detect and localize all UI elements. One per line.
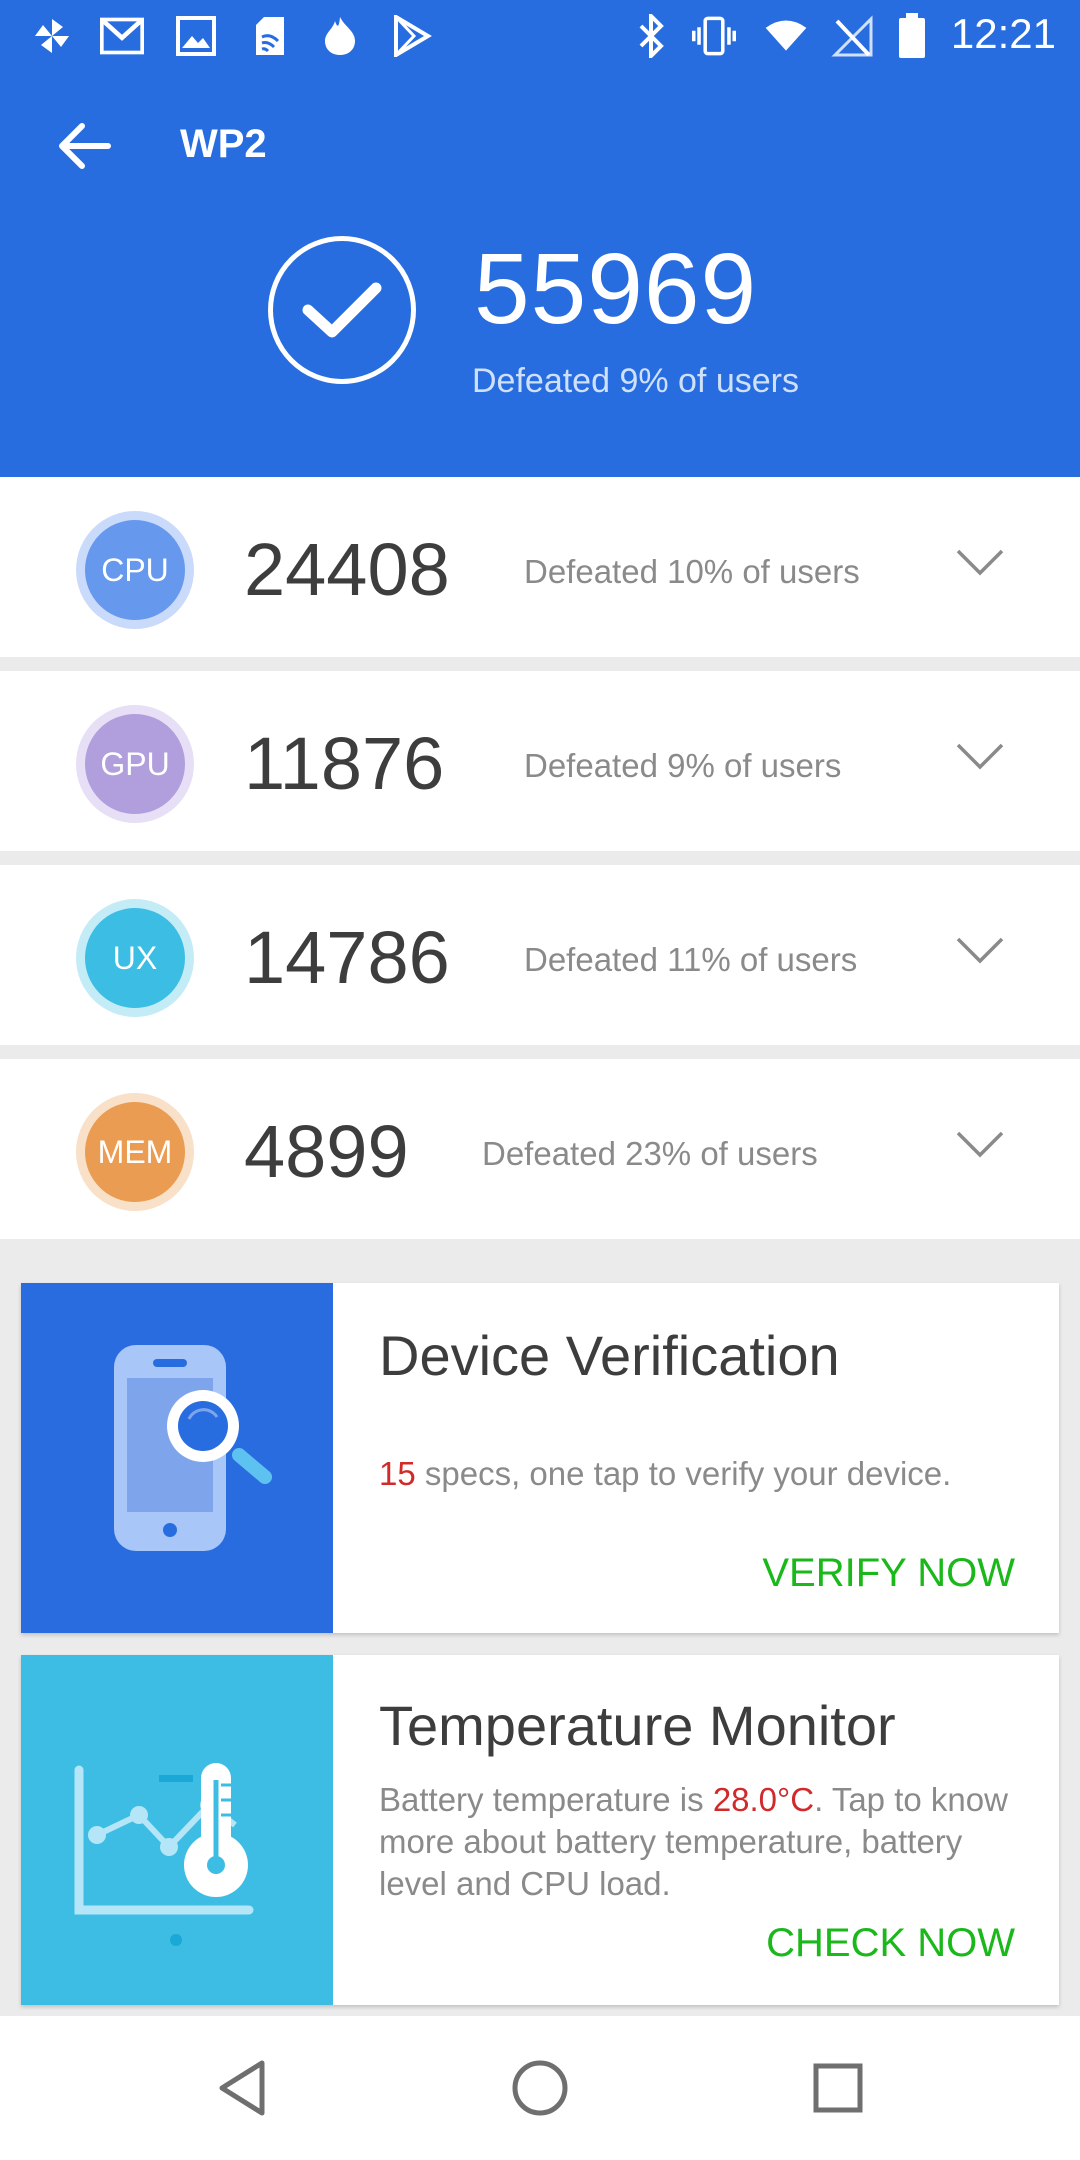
clock: 12:21: [950, 10, 1056, 57]
temperature-monitor-desc: Battery temperature is 28.0°C. Tap to kn…: [379, 1779, 1019, 1905]
ux-defeated-text: Defeated 11% of users: [524, 941, 858, 978]
chevron-down-icon[interactable]: [952, 923, 1008, 979]
device-verification-card[interactable]: Device Verification 15 specs, one tap to…: [21, 1283, 1059, 1633]
gpu-defeated-text: Defeated 9% of users: [524, 747, 842, 784]
mem-badge-label: MEM: [85, 1102, 185, 1202]
pinwheel-icon: [30, 14, 74, 58]
ux-badge: UX: [76, 899, 194, 1017]
phone-search-icon: [114, 1345, 272, 1551]
sim-card-icon: [248, 14, 292, 58]
cpu-badge: CPU: [76, 511, 194, 629]
back-triangle-icon[interactable]: [206, 2052, 278, 2124]
play-store-icon: [390, 14, 434, 58]
no-signal-icon: [830, 14, 874, 58]
gmail-icon: [100, 14, 144, 58]
device-verification-title: Device Verification: [379, 1324, 840, 1387]
back-button[interactable]: [48, 110, 120, 182]
gpu-badge: GPU: [76, 705, 194, 823]
mem-defeated-text: Defeated 23% of users: [482, 1135, 818, 1172]
ux-badge-label: UX: [85, 908, 185, 1008]
verify-now-button[interactable]: VERIFY NOW: [762, 1551, 1015, 1596]
photos-icon: [174, 14, 218, 58]
battery-icon: [890, 13, 934, 58]
temperature-monitor-panel: [21, 1655, 333, 2005]
thermometer-chart-icon: [74, 1763, 254, 1946]
score-row-ux[interactable]: UX 14786 Defeated 11% of users: [0, 865, 1080, 1045]
bluetooth-icon: [630, 14, 674, 58]
home-circle-icon[interactable]: [504, 2052, 576, 2124]
gpu-badge-label: GPU: [85, 714, 185, 814]
navigation-bar: [0, 2016, 1080, 2160]
vibrate-icon: [692, 14, 736, 58]
temperature-desc-prefix: Battery temperature is: [379, 1781, 713, 1818]
flame-icon: [318, 14, 362, 58]
total-score: 55969: [474, 233, 758, 345]
total-defeated-text: Defeated 9% of users: [472, 362, 799, 400]
status-bar: 12:21: [0, 0, 1080, 72]
gpu-score: 11876: [244, 722, 445, 805]
mem-score: 4899: [244, 1110, 409, 1193]
battery-temperature-value: 28.0°C: [712, 1781, 815, 1818]
cpu-defeated-text: Defeated 10% of users: [524, 553, 860, 590]
temperature-monitor-card[interactable]: Temperature Monitor Battery temperature …: [21, 1655, 1059, 2005]
chevron-down-icon[interactable]: [952, 729, 1008, 785]
cpu-score: 24408: [244, 528, 450, 611]
score-row-gpu[interactable]: GPU 11876 Defeated 9% of users: [0, 671, 1080, 851]
device-verification-panel: [21, 1283, 333, 1633]
device-verification-desc: 15 specs, one tap to verify your device.: [379, 1453, 1019, 1495]
wifi-icon: [764, 14, 808, 58]
spec-count: 15: [379, 1455, 416, 1492]
score-row-cpu[interactable]: CPU 24408 Defeated 10% of users: [0, 477, 1080, 657]
recents-square-icon[interactable]: [802, 2052, 874, 2124]
device-verification-desc-text: specs, one tap to verify your device.: [415, 1455, 952, 1492]
chevron-down-icon[interactable]: [952, 1117, 1008, 1173]
score-row-mem[interactable]: MEM 4899 Defeated 23% of users: [0, 1059, 1080, 1239]
check-circle-icon: [268, 236, 416, 384]
temperature-monitor-title: Temperature Monitor: [379, 1694, 896, 1757]
ux-score: 14786: [244, 916, 450, 999]
arrow-left-icon: [59, 123, 111, 169]
chevron-down-icon[interactable]: [952, 535, 1008, 591]
header: 12:21 WP2 55969 Defeated 9% of users: [0, 0, 1080, 477]
check-now-button[interactable]: CHECK NOW: [766, 1921, 1015, 1966]
mem-badge: MEM: [76, 1093, 194, 1211]
page-title: WP2: [180, 122, 267, 166]
cpu-badge-label: CPU: [85, 520, 185, 620]
